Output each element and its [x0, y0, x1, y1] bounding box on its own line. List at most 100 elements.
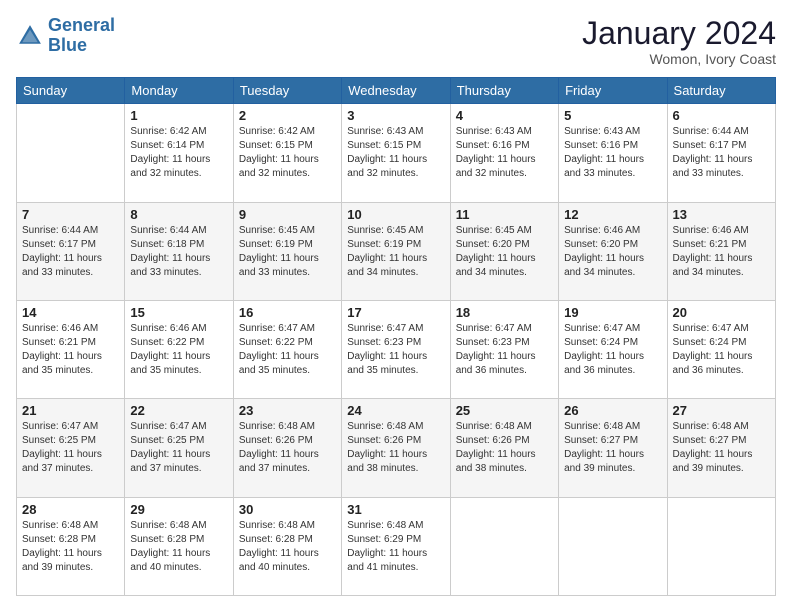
day-number: 1	[130, 108, 227, 123]
calendar-cell: 8 Sunrise: 6:44 AMSunset: 6:18 PMDaylight…	[125, 202, 233, 300]
calendar-cell: 12 Sunrise: 6:46 AMSunset: 6:20 PMDayligh…	[559, 202, 667, 300]
day-info: Sunrise: 6:43 AMSunset: 6:15 PMDaylight:…	[347, 125, 444, 181]
calendar-body: 1 Sunrise: 6:42 AMSunset: 6:14 PMDaylight…	[17, 104, 776, 596]
day-info: Sunrise: 6:46 AMSunset: 6:21 PMDaylight:…	[673, 224, 770, 280]
calendar-cell: 23 Sunrise: 6:48 AMSunset: 6:26 PMDayligh…	[233, 399, 341, 497]
calendar-cell	[559, 497, 667, 595]
day-number: 20	[673, 305, 770, 320]
day-number: 8	[130, 207, 227, 222]
day-number: 22	[130, 403, 227, 418]
day-info: Sunrise: 6:45 AMSunset: 6:20 PMDaylight:…	[456, 224, 553, 280]
day-number: 3	[347, 108, 444, 123]
weekday-header-sunday: Sunday	[17, 78, 125, 104]
logo-blue: Blue	[48, 35, 87, 55]
calendar-cell: 14Sunrise: 6:46 AMSunset: 6:21 PMDayligh…	[17, 300, 125, 398]
weekday-header-thursday: Thursday	[450, 78, 558, 104]
page: General Blue January 2024 Womon, Ivory C…	[0, 0, 792, 612]
calendar-cell: 30 Sunrise: 6:48 AMSunset: 6:28 PMDayligh…	[233, 497, 341, 595]
day-info: Sunrise: 6:46 AMSunset: 6:20 PMDaylight:…	[564, 224, 661, 280]
day-info: Sunrise: 6:46 AMSunset: 6:22 PMDaylight:…	[130, 322, 227, 378]
day-number: 30	[239, 502, 336, 517]
calendar-table: SundayMondayTuesdayWednesdayThursdayFrid…	[16, 77, 776, 596]
day-number: 18	[456, 305, 553, 320]
calendar-cell	[450, 497, 558, 595]
calendar-title: January 2024	[582, 16, 776, 51]
day-info: Sunrise: 6:43 AMSunset: 6:16 PMDaylight:…	[564, 125, 661, 181]
day-number: 31	[347, 502, 444, 517]
day-number: 23	[239, 403, 336, 418]
day-number: 16	[239, 305, 336, 320]
day-number: 21	[22, 403, 119, 418]
calendar-cell: 27Sunrise: 6:48 AMSunset: 6:27 PMDayligh…	[667, 399, 775, 497]
title-block: January 2024 Womon, Ivory Coast	[582, 16, 776, 67]
day-info: Sunrise: 6:44 AMSunset: 6:18 PMDaylight:…	[130, 224, 227, 280]
weekday-header-saturday: Saturday	[667, 78, 775, 104]
calendar-cell: 29Sunrise: 6:48 AMSunset: 6:28 PMDayligh…	[125, 497, 233, 595]
calendar-cell: 4Sunrise: 6:43 AMSunset: 6:16 PMDaylight…	[450, 104, 558, 202]
day-info: Sunrise: 6:44 AMSunset: 6:17 PMDaylight:…	[673, 125, 770, 181]
day-number: 2	[239, 108, 336, 123]
day-info: Sunrise: 6:45 AMSunset: 6:19 PMDaylight:…	[239, 224, 336, 280]
calendar-cell: 24Sunrise: 6:48 AMSunset: 6:26 PMDayligh…	[342, 399, 450, 497]
day-info: Sunrise: 6:48 AMSunset: 6:29 PMDaylight:…	[347, 519, 444, 575]
day-info: Sunrise: 6:48 AMSunset: 6:26 PMDaylight:…	[239, 420, 336, 476]
weekday-header-wednesday: Wednesday	[342, 78, 450, 104]
logo-icon	[16, 22, 44, 50]
calendar-header: SundayMondayTuesdayWednesdayThursdayFrid…	[17, 78, 776, 104]
calendar-week-5: 28 Sunrise: 6:48 AMSunset: 6:28 PMDayligh…	[17, 497, 776, 595]
logo-general: General	[48, 15, 115, 35]
calendar-cell: 18Sunrise: 6:47 AMSunset: 6:23 PMDayligh…	[450, 300, 558, 398]
day-info: Sunrise: 6:42 AMSunset: 6:14 PMDaylight:…	[130, 125, 227, 181]
day-number: 12	[564, 207, 661, 222]
day-number: 24	[347, 403, 444, 418]
day-number: 13	[673, 207, 770, 222]
calendar-cell: 17 Sunrise: 6:47 AMSunset: 6:23 PMDayligh…	[342, 300, 450, 398]
day-info: Sunrise: 6:43 AMSunset: 6:16 PMDaylight:…	[456, 125, 553, 181]
calendar-cell: 15Sunrise: 6:46 AMSunset: 6:22 PMDayligh…	[125, 300, 233, 398]
day-info: Sunrise: 6:46 AMSunset: 6:21 PMDaylight:…	[22, 322, 119, 378]
day-info: Sunrise: 6:48 AMSunset: 6:27 PMDaylight:…	[564, 420, 661, 476]
calendar-cell: 9Sunrise: 6:45 AMSunset: 6:19 PMDaylight…	[233, 202, 341, 300]
day-info: Sunrise: 6:47 AMSunset: 6:22 PMDaylight:…	[239, 322, 336, 378]
day-number: 7	[22, 207, 119, 222]
day-number: 27	[673, 403, 770, 418]
weekday-header-monday: Monday	[125, 78, 233, 104]
day-number: 29	[130, 502, 227, 517]
day-info: Sunrise: 6:47 AMSunset: 6:24 PMDaylight:…	[673, 322, 770, 378]
day-info: Sunrise: 6:44 AMSunset: 6:17 PMDaylight:…	[22, 224, 119, 280]
day-info: Sunrise: 6:42 AMSunset: 6:15 PMDaylight:…	[239, 125, 336, 181]
calendar-cell: 5 Sunrise: 6:43 AMSunset: 6:16 PMDaylight…	[559, 104, 667, 202]
logo: General Blue	[16, 16, 115, 56]
calendar-cell: 7 Sunrise: 6:44 AMSunset: 6:17 PMDaylight…	[17, 202, 125, 300]
day-number: 17	[347, 305, 444, 320]
calendar-cell	[667, 497, 775, 595]
day-info: Sunrise: 6:47 AMSunset: 6:25 PMDaylight:…	[22, 420, 119, 476]
weekday-header-row: SundayMondayTuesdayWednesdayThursdayFrid…	[17, 78, 776, 104]
calendar-cell: 10Sunrise: 6:45 AMSunset: 6:19 PMDayligh…	[342, 202, 450, 300]
day-number: 5	[564, 108, 661, 123]
day-number: 19	[564, 305, 661, 320]
day-info: Sunrise: 6:48 AMSunset: 6:28 PMDaylight:…	[22, 519, 119, 575]
calendar-week-3: 14Sunrise: 6:46 AMSunset: 6:21 PMDayligh…	[17, 300, 776, 398]
calendar-cell: 2 Sunrise: 6:42 AMSunset: 6:15 PMDaylight…	[233, 104, 341, 202]
weekday-header-friday: Friday	[559, 78, 667, 104]
calendar-cell: 28 Sunrise: 6:48 AMSunset: 6:28 PMDayligh…	[17, 497, 125, 595]
day-number: 6	[673, 108, 770, 123]
day-info: Sunrise: 6:48 AMSunset: 6:28 PMDaylight:…	[239, 519, 336, 575]
day-info: Sunrise: 6:47 AMSunset: 6:23 PMDaylight:…	[347, 322, 444, 378]
day-info: Sunrise: 6:48 AMSunset: 6:26 PMDaylight:…	[456, 420, 553, 476]
calendar-subtitle: Womon, Ivory Coast	[582, 51, 776, 67]
calendar-cell: 31 Sunrise: 6:48 AMSunset: 6:29 PMDayligh…	[342, 497, 450, 595]
day-info: Sunrise: 6:47 AMSunset: 6:25 PMDaylight:…	[130, 420, 227, 476]
calendar-cell: 21 Sunrise: 6:47 AMSunset: 6:25 PMDayligh…	[17, 399, 125, 497]
calendar-cell: 16 Sunrise: 6:47 AMSunset: 6:22 PMDayligh…	[233, 300, 341, 398]
day-number: 26	[564, 403, 661, 418]
weekday-header-tuesday: Tuesday	[233, 78, 341, 104]
logo-text: General Blue	[48, 16, 115, 56]
calendar-week-2: 7 Sunrise: 6:44 AMSunset: 6:17 PMDaylight…	[17, 202, 776, 300]
day-number: 11	[456, 207, 553, 222]
calendar-cell: 6 Sunrise: 6:44 AMSunset: 6:17 PMDaylight…	[667, 104, 775, 202]
calendar-cell	[17, 104, 125, 202]
calendar-cell: 25Sunrise: 6:48 AMSunset: 6:26 PMDayligh…	[450, 399, 558, 497]
day-number: 28	[22, 502, 119, 517]
